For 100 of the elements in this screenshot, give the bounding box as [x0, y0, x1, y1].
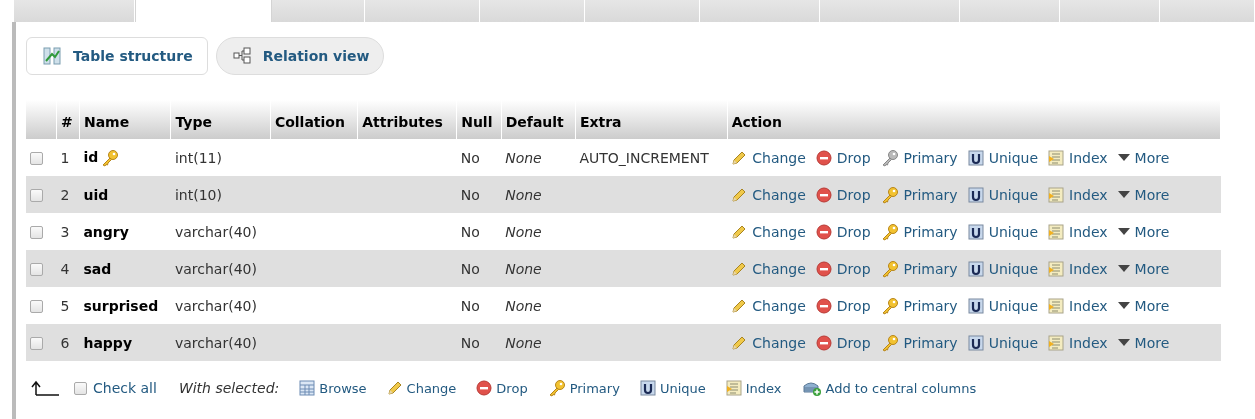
action-link[interactable]: Index — [1048, 334, 1108, 351]
action-link[interactable]: Change — [731, 297, 806, 314]
u-icon — [967, 149, 984, 166]
column-name: happy — [83, 334, 132, 351]
checkbox[interactable] — [30, 300, 43, 313]
action-link[interactable]: Index — [1048, 297, 1108, 314]
key-icon — [880, 333, 899, 352]
index-icon — [1048, 223, 1065, 240]
action-link[interactable]: More — [1117, 334, 1170, 351]
action-link[interactable]: Drop — [815, 223, 871, 240]
tab[interactable] — [135, 0, 272, 22]
bulk-action-link[interactable]: Index — [725, 380, 782, 396]
u-icon — [639, 380, 656, 396]
column-header: Null — [456, 100, 502, 139]
null-cell: No — [460, 260, 480, 277]
column-header: Extra — [575, 100, 728, 139]
checkbox[interactable] — [30, 189, 43, 202]
relation-icon — [232, 47, 251, 65]
action-link[interactable]: Drop — [815, 334, 871, 351]
bulk-action-link[interactable]: Unique — [639, 380, 706, 396]
action-link[interactable]: More — [1117, 260, 1170, 277]
view-toggle-button[interactable]: Table structure — [26, 37, 208, 75]
pencil-icon — [731, 149, 748, 166]
index-icon — [1048, 260, 1065, 277]
column-header: Type — [170, 100, 271, 139]
null-cell: No — [460, 223, 480, 240]
pencil-icon — [731, 260, 748, 277]
type-cell: varchar(40) — [174, 297, 257, 314]
key-icon — [880, 259, 899, 278]
checkbox[interactable] — [30, 226, 43, 239]
action-link[interactable]: Unique — [967, 223, 1039, 240]
column-header: Attributes — [357, 100, 457, 139]
bulk-action-link[interactable]: Change — [386, 380, 457, 396]
index-icon — [1048, 186, 1065, 203]
action-link[interactable]: Change — [731, 186, 806, 203]
null-cell: No — [460, 186, 480, 203]
bulk-action-link[interactable]: Primary — [547, 379, 620, 397]
view-toggle-button[interactable]: Relation view — [215, 37, 385, 75]
action-link[interactable]: Unique — [967, 334, 1039, 351]
action-link[interactable]: Change — [731, 223, 806, 240]
action-link[interactable]: Drop — [815, 149, 871, 166]
checkbox[interactable] — [74, 381, 87, 395]
select-arrow-icon — [30, 380, 60, 396]
action-link[interactable]: Drop — [815, 260, 871, 277]
column-name: angry — [83, 223, 129, 240]
default-cell: None — [505, 186, 542, 203]
row-number: 3 — [60, 223, 70, 240]
action-link[interactable]: Index — [1048, 186, 1108, 203]
action-link[interactable]: Drop — [815, 186, 871, 203]
action-link[interactable]: Unique — [967, 186, 1039, 203]
column-header: Default — [501, 100, 576, 139]
action-link[interactable]: More — [1117, 149, 1170, 166]
action-link[interactable]: Unique — [967, 260, 1039, 277]
default-cell: None — [505, 260, 542, 277]
column-name: sad — [83, 260, 112, 277]
checkbox[interactable] — [30, 263, 43, 276]
bulk-action-link[interactable]: Drop — [476, 380, 528, 396]
row-number: 5 — [60, 297, 70, 314]
u-icon — [967, 260, 984, 277]
action-link[interactable]: Primary — [880, 333, 958, 352]
type-cell: varchar(40) — [174, 223, 257, 240]
type-cell: varchar(40) — [174, 260, 257, 277]
bulk-action-link[interactable]: Add to central columns — [801, 379, 977, 397]
action-link[interactable]: Primary — [880, 296, 958, 315]
minus-circle-icon — [815, 149, 832, 166]
minus-circle-icon — [815, 260, 832, 277]
action-link[interactable]: More — [1117, 297, 1170, 314]
default-cell: None — [505, 297, 542, 314]
checkbox[interactable] — [30, 337, 43, 350]
default-cell: None — [505, 334, 542, 351]
action-link[interactable]: Primary — [880, 259, 958, 278]
check-all-label[interactable]: Check all — [93, 380, 157, 396]
action-link[interactable]: More — [1117, 186, 1170, 203]
bulk-action-link[interactable]: Browse — [299, 380, 367, 396]
action-link[interactable]: Index — [1048, 149, 1108, 166]
minus-circle-icon — [815, 334, 832, 351]
checkbox[interactable] — [30, 152, 43, 165]
action-link[interactable]: Index — [1048, 260, 1108, 277]
key-icon — [880, 222, 899, 241]
minus-circle-icon — [815, 223, 832, 240]
action-link[interactable]: Unique — [967, 297, 1039, 314]
structure-icon — [43, 47, 61, 65]
dropdown-triangle-icon — [1117, 264, 1130, 273]
row-number: 6 — [60, 334, 70, 351]
action-link[interactable]: Primary — [880, 185, 958, 204]
action-link[interactable]: More — [1117, 223, 1170, 240]
action-link[interactable]: Change — [731, 149, 806, 166]
row-number: 2 — [60, 186, 70, 203]
key-icon — [547, 379, 566, 397]
action-link[interactable]: Index — [1048, 223, 1108, 240]
action-link[interactable]: Unique — [967, 149, 1039, 166]
action-link[interactable]: Primary — [880, 222, 958, 241]
action-link[interactable]: Change — [731, 260, 806, 277]
column-header: Collation — [270, 100, 358, 139]
action-link[interactable]: Change — [731, 334, 806, 351]
key-icon — [101, 148, 120, 167]
dropdown-triangle-icon — [1117, 227, 1130, 236]
default-cell: None — [505, 149, 542, 166]
action-link[interactable]: Drop — [815, 297, 871, 314]
minus-circle-icon — [815, 186, 832, 203]
